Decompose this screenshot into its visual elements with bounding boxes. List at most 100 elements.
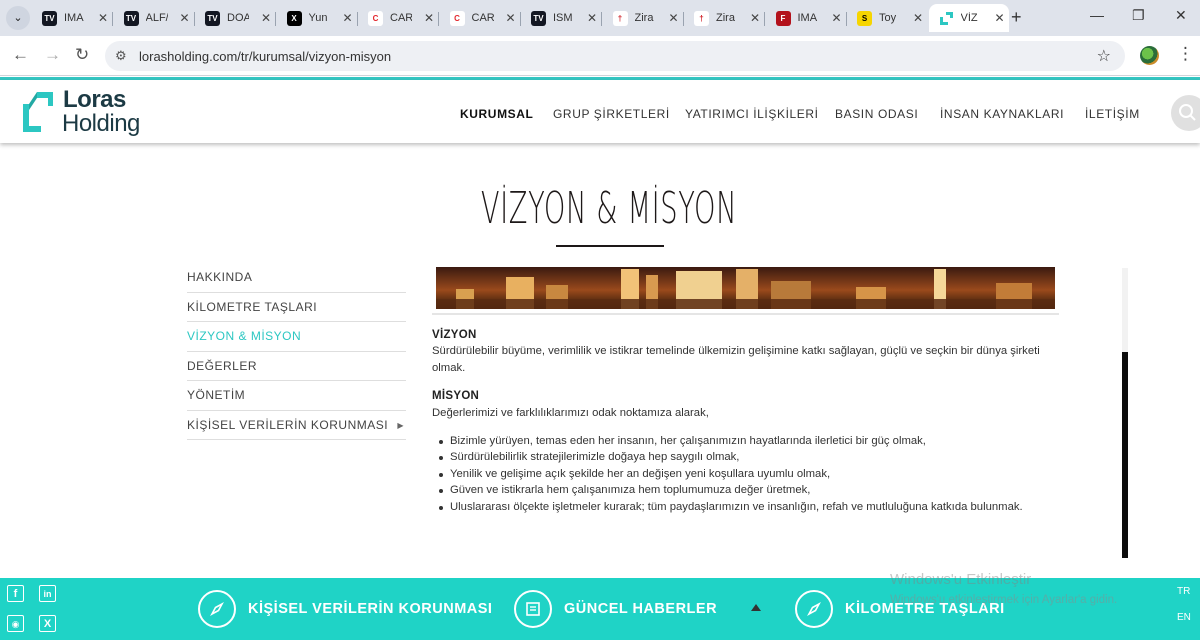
tab-title: CAR [390,12,412,24]
footer-link-news[interactable]: GÜNCEL HABERLER [514,587,717,631]
windows-activation-title: Windows'u Etkinleştir [890,571,1032,588]
browser-tab[interactable]: S Toy ✕ [847,4,927,32]
lang-tr[interactable]: TR [1177,586,1190,597]
lang-en[interactable]: EN [1177,612,1191,623]
sidebar-item-label: VİZYON & MİSYON [187,329,302,343]
x-icon[interactable]: X [39,615,56,632]
browser-tab[interactable]: † Zira ✕ [603,4,683,32]
tab-close-icon[interactable]: ✕ [261,11,271,25]
instagram-icon[interactable]: ◉ [7,615,24,632]
address-bar[interactable]: ⚙ lorasholding.com/tr/kurumsal/vizyon-mi… [105,41,1125,71]
tab-close-icon[interactable]: ✕ [832,11,842,25]
restore-icon[interactable]: ❐ [1132,7,1145,24]
search-icon [1179,104,1196,121]
mission-list-item: Güven ve istikrarla hem çalışanımıza hem… [437,482,1072,498]
compass-icon [795,590,833,628]
close-window-icon[interactable]: ✕ [1175,7,1187,24]
sidebar-item[interactable]: KİŞİSEL VERİLERİN KORUNMASI ▶ [187,411,406,440]
tab-close-icon[interactable]: ✕ [913,11,923,25]
browser-tab[interactable]: C CAR ✕ [358,4,438,32]
sidebar-item[interactable]: VİZYON & MİSYON [187,322,406,352]
tab-favicon-icon: S [857,10,872,26]
content-scrollbar-thumb[interactable] [1122,352,1128,558]
back-icon[interactable]: ← [12,45,29,65]
browser-tab[interactable]: TV ISM ✕ [521,4,601,32]
footer-link-kvkk[interactable]: KİŞİSEL VERİLERİN KORUNMASI [198,587,492,631]
mission-list-item: Yenilik ve gelişime açık şekilde her an … [437,466,1072,482]
new-tab-plus-icon[interactable]: + [1011,7,1022,28]
tab-title: CAR [471,12,494,24]
forward-icon[interactable]: → [44,45,61,65]
tab-favicon-icon: F [775,10,791,26]
sidebar-item-label: KİLOMETRE TAŞLARI [187,299,318,314]
tab-close-icon[interactable]: ✕ [506,11,516,25]
browser-tab[interactable]: C CAR ✕ [440,4,520,32]
sidebar-item[interactable]: KİLOMETRE TAŞLARI [187,293,406,322]
loras-logo-icon[interactable] [21,90,55,134]
site-info-icon[interactable]: ⚙ [115,48,127,64]
nav-item[interactable]: YATIRIMCI İLİŞKİLERİ [685,107,819,121]
browser-toolbar: ← → ↻ ⚙ lorasholding.com/tr/kurumsal/viz… [0,36,1200,76]
mission-list-item: Bizimle yürüyen, temas eden her insanın,… [437,433,1072,449]
nav-item[interactable]: İNSAN KAYNAKLARI [940,107,1064,121]
tab-close-icon[interactable]: ✕ [587,11,597,25]
tab-close-icon[interactable]: ✕ [343,11,353,25]
tab-close-icon[interactable]: ✕ [750,11,760,25]
tab-favicon-icon [938,10,954,26]
browser-tab[interactable]: TV ALF/ ✕ [114,4,194,32]
tab-title: ALF/ [145,12,168,24]
tab-title: Zira [716,12,735,24]
bookmark-star-icon[interactable]: ☆ [1097,46,1111,66]
browser-tab-strip: ⌄ TV IMA ✕ TV ALF/ ✕ TV DOA ✕ X Yun ✕ C CAR ✕ C CAR ✕ TV IS… [0,0,1200,36]
browser-tab[interactable]: X Yun ✕ [277,4,357,32]
reload-icon[interactable]: ↻ [75,45,89,65]
tab-close-icon[interactable]: ✕ [995,11,1005,25]
tab-favicon-icon: TV [42,10,57,26]
browser-menu-icon[interactable]: ⋮ [1177,44,1194,64]
tab-close-icon[interactable]: ✕ [669,11,679,25]
profile-avatar[interactable] [1140,46,1159,65]
page-title: VİZYON & MİSYON [480,183,738,234]
sidebar-item[interactable]: DEĞERLER [187,352,406,381]
nav-item[interactable]: BASIN ODASI [835,107,918,121]
scroll-up-arrow-icon[interactable] [751,604,761,611]
tab-favicon-icon: C [368,10,383,26]
site-search-button[interactable] [1171,95,1200,131]
sidebar-item-label: DEĞERLER [187,358,258,373]
tab-favicon-icon: TV [531,10,546,26]
tab-close-icon[interactable]: ✕ [180,11,190,25]
logo-text-holding[interactable]: Holding [62,110,140,138]
browser-tab[interactable]: TV IMA ✕ [32,4,112,32]
tab-favicon-icon: TV [123,10,139,26]
city-night-banner-image [432,267,1059,315]
tab-close-icon[interactable]: ✕ [424,11,434,25]
tab-title: Yun [308,12,328,24]
address-url[interactable]: lorasholding.com/tr/kurumsal/vizyon-misy… [139,49,391,64]
facebook-icon[interactable]: f [7,585,24,602]
news-icon [514,590,552,628]
mission-heading: MİSYON [432,390,480,403]
tab-close-icon[interactable]: ✕ [98,11,108,25]
minimize-icon[interactable]: — [1090,7,1104,23]
tab-title: VİZ [960,12,978,24]
tab-search-chevron-icon[interactable]: ⌄ [6,6,30,30]
tab-title: Zira [634,12,654,24]
linkedin-icon[interactable]: in [39,585,56,602]
tab-favicon-icon: X [286,10,302,26]
nav-item[interactable]: İLETİŞİM [1085,107,1140,121]
browser-tab[interactable]: TV DOA ✕ [195,4,275,32]
tab-favicon-icon: TV [205,10,220,26]
nav-item[interactable]: KURUMSAL [460,107,533,121]
browser-tab[interactable]: VİZ ✕ [928,4,1009,32]
sidebar-item[interactable]: YÖNETİM [187,381,406,411]
mission-list-item: Uluslararası ölçekte işletmeler kurarak;… [437,499,1072,515]
mission-intro: Değerlerimizi ve farklılıklarımızı odak … [432,406,709,419]
nav-item[interactable]: GRUP ŞİRKETLERİ [553,107,670,121]
site-header: Loras Holding KURUMSAL GRUP ŞİRKETLERİ YAT… [0,80,1200,143]
sidebar-item[interactable]: HAKKINDA [187,263,406,293]
vision-mission-content: VİZYON Sürdürülebilir büyüme, verimlilik… [432,327,1072,515]
browser-tab[interactable]: F IMA ✕ [766,4,846,32]
browser-tab[interactable]: † Zira ✕ [684,4,764,32]
tab-title: Toy [879,12,897,24]
tab-favicon-icon: † [612,10,628,26]
